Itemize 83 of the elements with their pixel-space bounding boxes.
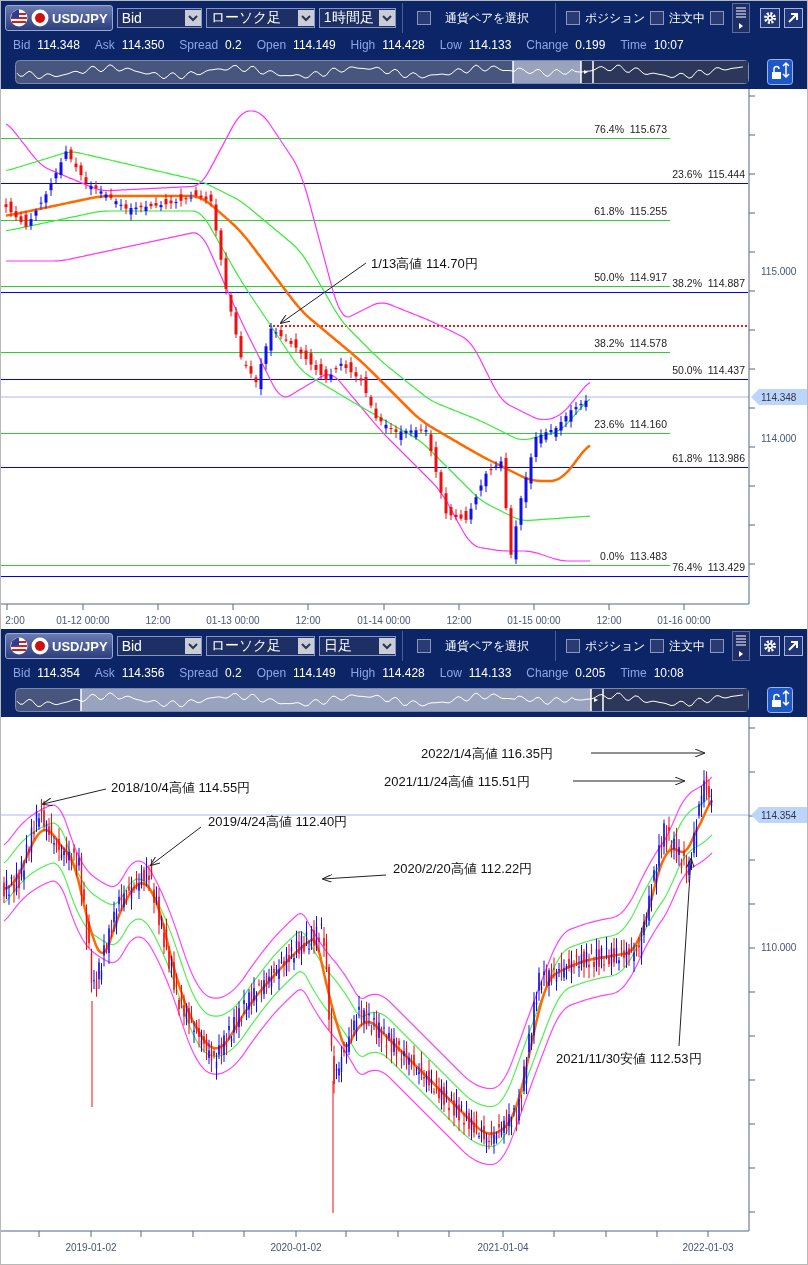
time-axis-label: 12:00: [446, 615, 472, 626]
position-label: ポジション: [585, 637, 646, 655]
chart-type-dropdown[interactable]: ローソク足: [206, 636, 315, 656]
time-axis-label: 12:00: [295, 615, 321, 626]
quote-label: Spread: [179, 38, 219, 52]
annotation-label: 2020/2/20高値 112.22円: [393, 861, 533, 876]
quote-value: 114.354: [37, 666, 80, 680]
quote-label: Bid: [13, 38, 31, 52]
fibonacci-label: 76.4% 115.673: [594, 123, 667, 135]
quote-value: 0.2: [225, 666, 242, 680]
annotation-label: 2021/11/24高値 115.51円: [384, 774, 530, 789]
time-axis-label: 2020-01-02: [270, 1242, 322, 1253]
time-axis-label: 2:00: [5, 615, 25, 626]
price-axis-label: 110.000: [761, 942, 797, 953]
pair-select-label: 通貨ペアを選択: [445, 637, 530, 655]
timeframe-dropdown[interactable]: 1時間足: [318, 8, 397, 28]
time-axis-label: 01-13 00:00: [206, 615, 260, 626]
quote-label: Ask: [94, 666, 115, 680]
chart-type-dropdown[interactable]: ローソク足: [206, 8, 315, 28]
quote-value: 114.133: [468, 38, 512, 52]
price-type-dropdown[interactable]: Bid: [116, 8, 203, 28]
current-price-tag: 114.348: [751, 389, 807, 405]
currency-pair-button[interactable]: USD/JPY: [5, 5, 113, 31]
quote-value: 114.133: [468, 666, 512, 680]
quote-label: Change: [526, 666, 569, 680]
fibonacci-label: 0.0% 113.483: [600, 550, 667, 562]
quote-value: 0.205: [575, 666, 606, 680]
quote-label: Time: [620, 38, 647, 52]
position-label: ポジション: [585, 9, 646, 27]
quote-label: Low: [439, 38, 462, 52]
quote-value: 114.149: [293, 666, 336, 680]
price-axis-label: 115.000: [761, 266, 797, 277]
timeframe-dropdown[interactable]: 日足: [318, 636, 397, 656]
quote-value: 114.348: [37, 38, 80, 52]
annotation-label: 2019/4/24高値 112.40円: [208, 814, 348, 829]
annotation-label: 1/13高値 114.70円: [371, 256, 478, 271]
quote-value: 10:08: [653, 666, 684, 680]
fibonacci-label: 61.8% 113.986: [672, 452, 745, 464]
time-axis-label: 01-15 00:00: [507, 615, 561, 626]
time-axis-label: 2019-01-02: [65, 1242, 117, 1253]
quote-value: 0.2: [225, 38, 242, 52]
quote-label: Ask: [94, 38, 115, 52]
orders-label: 注文中: [669, 637, 706, 655]
current-price-tag: 114.354: [751, 807, 807, 823]
quote-value: 0.199: [575, 38, 606, 52]
fibonacci-label: 61.8% 115.255: [594, 205, 667, 217]
orders-label: 注文中: [669, 9, 706, 27]
currency-pair-button[interactable]: USD/JPY: [5, 633, 113, 659]
time-axis-label: 01-14 00:00: [357, 615, 411, 626]
annotation-label: 2021/11/30安値 112.53円: [556, 1051, 702, 1066]
time-axis-label: 12:00: [596, 615, 622, 626]
quote-label: Time: [620, 666, 647, 680]
quote-label: Bid: [13, 666, 31, 680]
quote-label: High: [350, 666, 376, 680]
quote-label: High: [350, 38, 376, 52]
fibonacci-label: 38.2% 114.887: [672, 277, 745, 289]
fibonacci-label: 23.6% 115.444: [672, 168, 745, 180]
quote-label: Low: [439, 666, 462, 680]
fibonacci-label: 76.4% 113.429: [672, 561, 745, 573]
quote-value: 114.356: [121, 666, 165, 680]
time-axis-label: 2021-01-04: [477, 1242, 529, 1253]
annotation-label: 2018/10/4高値 114.55円: [111, 780, 251, 795]
quote-label: Open: [256, 38, 287, 52]
fibonacci-label: 50.0% 114.437: [672, 364, 745, 376]
quote-value: 114.428: [382, 666, 425, 680]
price-type-dropdown[interactable]: Bid: [116, 636, 203, 656]
fibonacci-label: 50.0% 114.917: [594, 271, 667, 283]
annotation-label: 2022/1/4高値 116.35円: [421, 746, 553, 761]
time-axis-label: 12:00: [145, 615, 171, 626]
quote-label: Change: [526, 38, 569, 52]
time-axis-label: 01-16 00:00: [657, 615, 711, 626]
quote-value: 10:07: [653, 38, 684, 52]
fibonacci-label: 23.6% 114.160: [594, 418, 667, 430]
time-axis-label: 01-12 00:00: [56, 615, 110, 626]
time-axis-label: 2022-01-03: [682, 1242, 734, 1253]
quote-value: 114.149: [293, 38, 336, 52]
price-axis-label: 114.000: [761, 433, 797, 444]
quote-value: 114.350: [121, 38, 165, 52]
quote-label: Spread: [179, 666, 219, 680]
quote-value: 114.428: [382, 38, 425, 52]
quote-label: Open: [256, 666, 287, 680]
pair-select-label: 通貨ペアを選択: [445, 9, 530, 27]
fibonacci-label: 38.2% 114.578: [594, 337, 667, 349]
